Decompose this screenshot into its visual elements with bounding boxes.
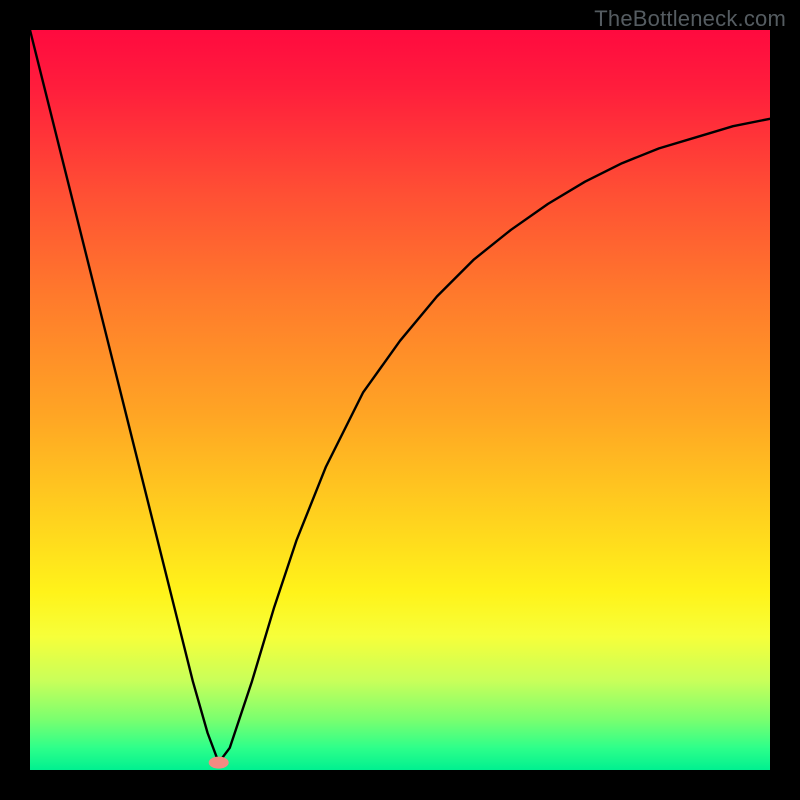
- plot-area: [30, 30, 770, 770]
- watermark-label: TheBottleneck.com: [594, 6, 786, 32]
- optimum-marker: [209, 757, 229, 769]
- chart-svg: [30, 30, 770, 770]
- bottleneck-curve: [30, 30, 770, 763]
